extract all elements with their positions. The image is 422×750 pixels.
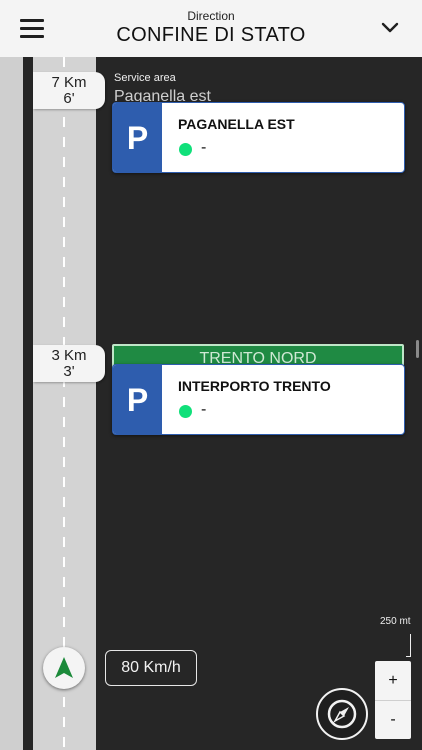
distance-flag: 7 Km 6' <box>33 72 105 109</box>
map-scale-label: 250 mt <box>380 616 411 627</box>
direction-dropdown-button[interactable] <box>380 18 400 38</box>
service-area-label: Service area <box>114 72 176 84</box>
parking-status: - <box>201 139 207 156</box>
time-value: 6' <box>63 90 75 107</box>
compass-button[interactable] <box>316 688 368 740</box>
road-shoulder <box>0 57 23 750</box>
navigation-arrow-icon <box>55 657 73 678</box>
speed-limit: 80 Km/h <box>105 650 197 686</box>
status-dot-icon <box>179 143 192 156</box>
road-edge-line <box>23 57 33 750</box>
distance-value: 3 Km <box>51 347 87 364</box>
chevron-down-icon <box>381 22 399 33</box>
zoom-out-button[interactable]: - <box>375 700 411 739</box>
distance-value: 7 Km <box>51 74 87 91</box>
scrollbar[interactable] <box>416 340 419 358</box>
time-value: 3' <box>63 363 75 380</box>
status-dot-icon <box>179 405 192 418</box>
parking-status: - <box>201 401 207 418</box>
parking-icon: P <box>113 365 162 434</box>
navigation-button[interactable] <box>43 647 85 689</box>
direction-title[interactable]: CONFINE DI STATO <box>0 24 422 47</box>
zoom-control: + - <box>375 661 411 739</box>
parking-icon: P <box>113 103 162 172</box>
compass-icon <box>327 699 357 729</box>
parking-name: PAGANELLA EST <box>178 116 295 132</box>
zoom-in-button[interactable]: + <box>375 661 411 700</box>
parking-card[interactable]: P PAGANELLA EST - <box>112 102 405 173</box>
map-scale-bar <box>406 634 411 657</box>
parking-card[interactable]: P INTERPORTO TRENTO - <box>112 364 405 435</box>
parking-name: INTERPORTO TRENTO <box>178 378 331 394</box>
direction-label: Direction <box>187 9 235 23</box>
header-bar: Direction CONFINE DI STATO <box>0 0 422 57</box>
distance-flag: 3 Km 3' <box>33 345 105 382</box>
highway-screen: Direction CONFINE DI STATO 7 Km 6' 3 Km … <box>0 0 422 750</box>
